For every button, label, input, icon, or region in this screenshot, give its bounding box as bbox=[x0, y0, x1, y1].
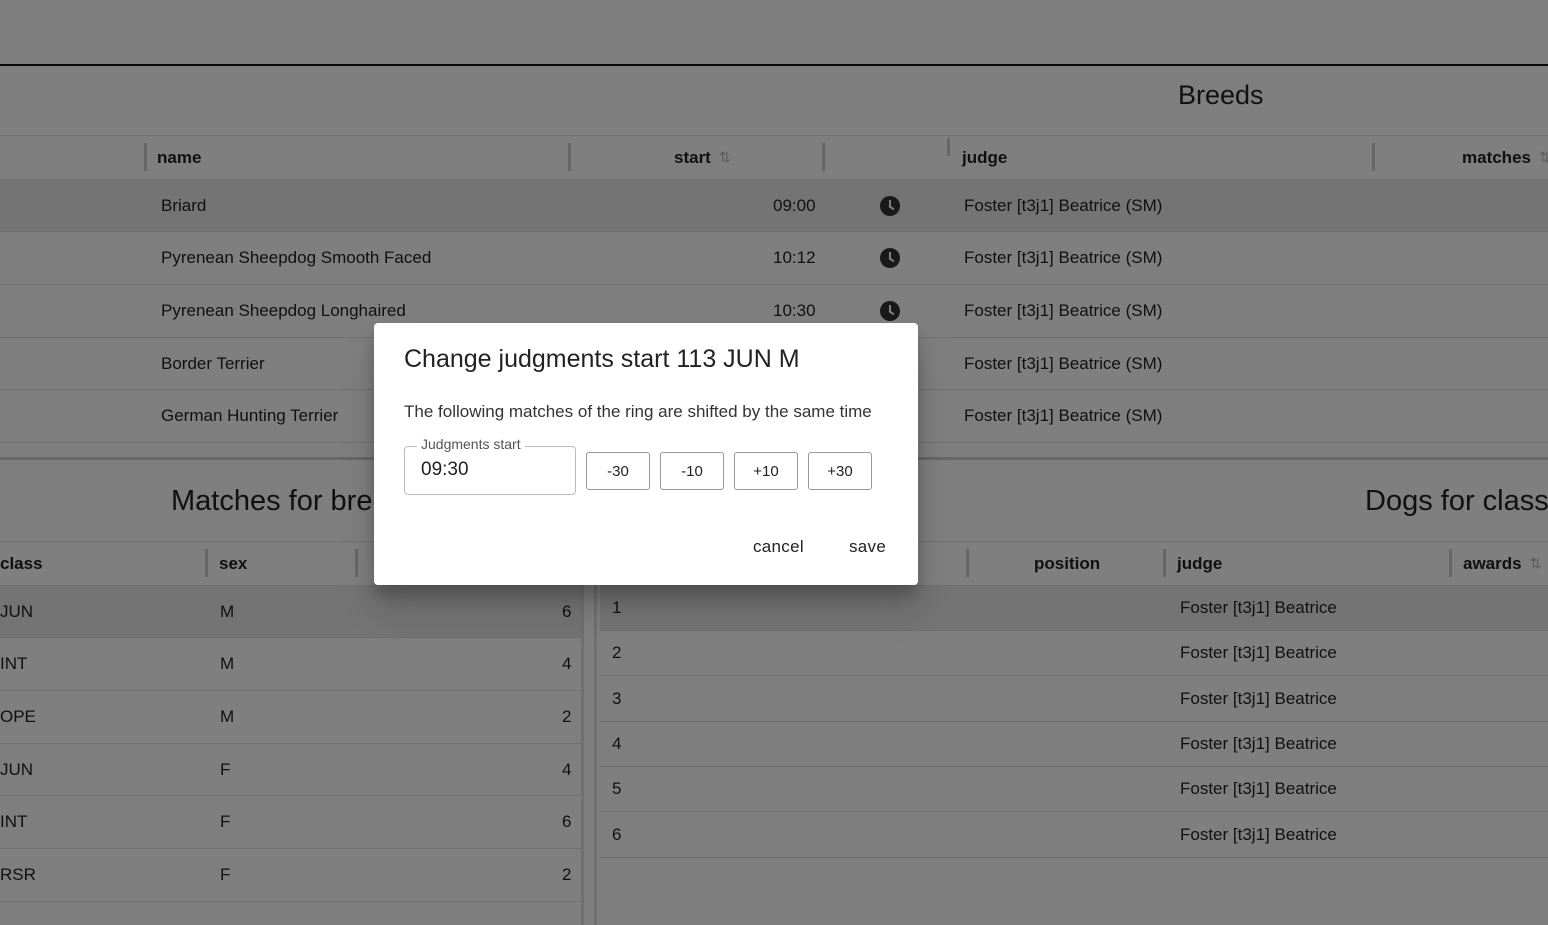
shift-plus-10-button[interactable]: +10 bbox=[734, 452, 798, 490]
change-start-dialog: Change judgments start 113 JUN M The fol… bbox=[374, 323, 918, 585]
judgments-start-input[interactable] bbox=[421, 459, 561, 481]
cancel-button[interactable]: cancel bbox=[753, 537, 804, 557]
judgments-start-field[interactable]: Judgments start bbox=[404, 436, 576, 495]
dialog-description: The following matches of the ring are sh… bbox=[404, 402, 872, 421]
dialog-title: Change judgments start 113 JUN M bbox=[404, 345, 800, 373]
shift-minus-30-button[interactable]: -30 bbox=[586, 452, 650, 490]
shift-plus-30-button[interactable]: +30 bbox=[808, 452, 872, 490]
shift-minus-10-button[interactable]: -10 bbox=[660, 452, 724, 490]
judgments-start-label: Judgments start bbox=[417, 436, 525, 452]
save-button[interactable]: save bbox=[849, 537, 886, 557]
